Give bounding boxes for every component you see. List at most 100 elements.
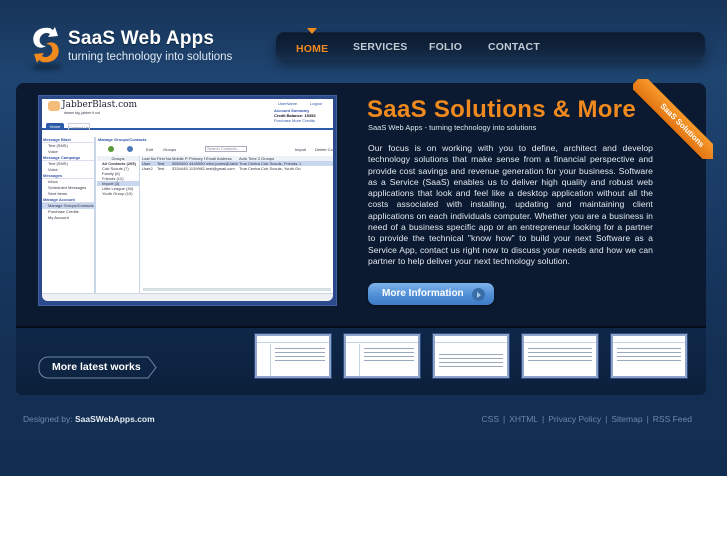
app-tab-home[interactable]: Home: [46, 123, 64, 130]
add-group-icon[interactable]: [108, 146, 114, 152]
work-thumbnail[interactable]: [521, 333, 599, 379]
app-edit-button[interactable]: Edit: [146, 147, 153, 152]
app-sidebar-item[interactable]: My Account: [42, 215, 94, 221]
thumbnail-line: [528, 352, 592, 353]
site-title: SaaS Web Apps: [68, 28, 215, 49]
app-tagline: dream big, jabber it out: [64, 111, 100, 115]
thumbnail-line: [275, 360, 325, 361]
nav-services[interactable]: SERVICES: [353, 41, 408, 53]
app-logo-icon: [48, 101, 60, 111]
nav-contact[interactable]: CONTACT: [488, 41, 540, 53]
work-thumbnail[interactable]: [610, 333, 688, 379]
app-grid-cell: 1139992222: [189, 166, 205, 171]
footer-link-rss-feed[interactable]: RSS Feed: [653, 414, 692, 424]
nav-home[interactable]: HOME: [296, 43, 328, 55]
site-tagline: turning technology into solutions: [68, 51, 233, 63]
app-grid-cell: Central: [248, 166, 260, 171]
more-latest-works-button[interactable]: More latest works: [38, 356, 157, 379]
designed-by-prefix: Designed by:: [23, 414, 73, 424]
thumbnail-line: [617, 348, 681, 349]
thumbnail-line: [364, 356, 414, 357]
thumbnail-sidebar: [257, 344, 271, 376]
app-grid-cell: Cub Scouts, Youth Group, Lit: [261, 166, 301, 171]
main-nav: HOME SERVICES FOLIO CONTACT: [276, 28, 705, 60]
app-grid-row[interactable]: User2 Test 33344455551139992222test@gmail.…: [141, 166, 333, 171]
screenshot-window: JabberBlast.com dream big, jabber it out…: [42, 99, 333, 301]
app-delete-contact-button[interactable]: Delete Contact: [315, 147, 333, 152]
footer-separator: |: [605, 414, 608, 424]
footer-link-css[interactable]: CSS: [482, 414, 499, 424]
thumbnail-line: [275, 352, 325, 353]
app-panel-title: Manage Groups/Contacts: [98, 137, 147, 142]
more-information-label: More Information: [382, 288, 464, 299]
thumbnail-line: [528, 356, 592, 357]
work-thumbnail[interactable]: [432, 333, 510, 379]
app-contacts-grid: Last NameFirst NameMobile PhonePrimary P…: [141, 156, 333, 293]
arrow-right-circle-icon: [472, 288, 485, 301]
more-latest-works-label: More latest works: [52, 361, 141, 373]
thumbnail-line: [364, 348, 414, 349]
app-grid-rows: UserTest55500000004445550000mike.jones@J…: [141, 161, 333, 171]
app-tabs: Home Contact Us: [42, 123, 333, 130]
designed-by: Designed by: SaaSWebApps.com: [23, 414, 155, 424]
app-groups-list: Groups All Contacts (205) Cub Scouts (7) F…: [97, 156, 140, 293]
footer-link-privacy-policy[interactable]: Privacy Policy: [548, 414, 601, 424]
thumbnail-line: [439, 354, 503, 355]
thumbnail-header: [613, 336, 685, 343]
thumbnail-line: [275, 348, 325, 349]
app-panel-title-bar: Manage Groups/Contacts: [97, 137, 333, 143]
app-group-item[interactable]: Youth Group (10): [97, 191, 139, 196]
thumbnail-line: [528, 360, 592, 361]
nav-folio[interactable]: FOLIO: [429, 41, 462, 53]
app-grid-cell: User2: [142, 166, 153, 171]
app-tab-contact[interactable]: Contact Us: [68, 123, 90, 130]
thumbnail-line: [364, 360, 414, 361]
thumbnail-header: [257, 336, 329, 343]
thumbnail-header: [524, 336, 596, 343]
thumbnail-line: [439, 366, 503, 367]
app-footer-bar: [42, 293, 333, 301]
thumbnail-line: [528, 348, 592, 349]
app-top-link-user[interactable]: UserName: [278, 101, 297, 106]
app-groups-button[interactable]: Groups: [163, 147, 176, 152]
more-information-button[interactable]: More Information: [368, 283, 494, 305]
thumbnail-header: [435, 336, 507, 343]
designed-by-link[interactable]: SaaSWebApps.com: [75, 414, 155, 424]
footer-link-sitemap[interactable]: Sitemap: [611, 414, 642, 424]
work-thumbnail[interactable]: [254, 333, 332, 379]
work-thumbnail[interactable]: [343, 333, 421, 379]
thumbnail-sidebar: [346, 344, 360, 376]
app-search-input[interactable]: Search Contacts...: [205, 146, 247, 152]
page-subheadline: SaaS Web Apps - turning technology into …: [368, 123, 537, 132]
footer-separator: |: [542, 414, 545, 424]
app-header: JabberBlast.com dream big, jabber it out…: [42, 99, 333, 123]
footer-separator: |: [646, 414, 649, 424]
thumbnail-line: [439, 362, 503, 363]
thumbnail-line: [364, 352, 414, 353]
active-nav-marker-icon: [307, 28, 317, 34]
app-grid-cell: test@gmail.com: [206, 166, 235, 171]
thumbnail-line: [439, 358, 503, 359]
logo[interactable]: SaaS Web Apps turning technology into so…: [28, 24, 258, 72]
app-groups-items: All Contacts (205) Cub Scouts (7) Family (…: [97, 161, 139, 196]
thumbnail-line: [617, 356, 681, 357]
page-headline: SaaS Solutions & More: [367, 96, 637, 123]
intro-paragraph: Our focus is on working with you to defi…: [368, 143, 653, 266]
app-grid-cell: Test: [157, 166, 165, 171]
app-grid-cell: True: [239, 166, 247, 171]
featured-screenshot[interactable]: JabberBlast.com dream big, jabber it out…: [38, 95, 337, 306]
thumbnail-header: [346, 336, 418, 343]
logo-swirl-icon: [33, 27, 59, 63]
thumbnail-line: [275, 356, 325, 357]
app-toolbar: Edit Groups Search Contacts... Import De…: [97, 144, 333, 155]
footer-link-xhtml[interactable]: XHTML: [509, 414, 538, 424]
app-import-button[interactable]: Import: [295, 147, 306, 152]
footer-separator: |: [503, 414, 506, 424]
thumbnail-line: [617, 360, 681, 361]
app-horizontal-scrollbar[interactable]: [143, 288, 331, 291]
app-name: JabberBlast.com: [62, 100, 138, 110]
app-top-link-logout[interactable]: Logout: [310, 101, 322, 106]
thumbnail-line: [617, 352, 681, 353]
site-background: SaaS Web Apps turning technology into so…: [0, 0, 727, 476]
add-contact-icon[interactable]: [127, 146, 133, 152]
